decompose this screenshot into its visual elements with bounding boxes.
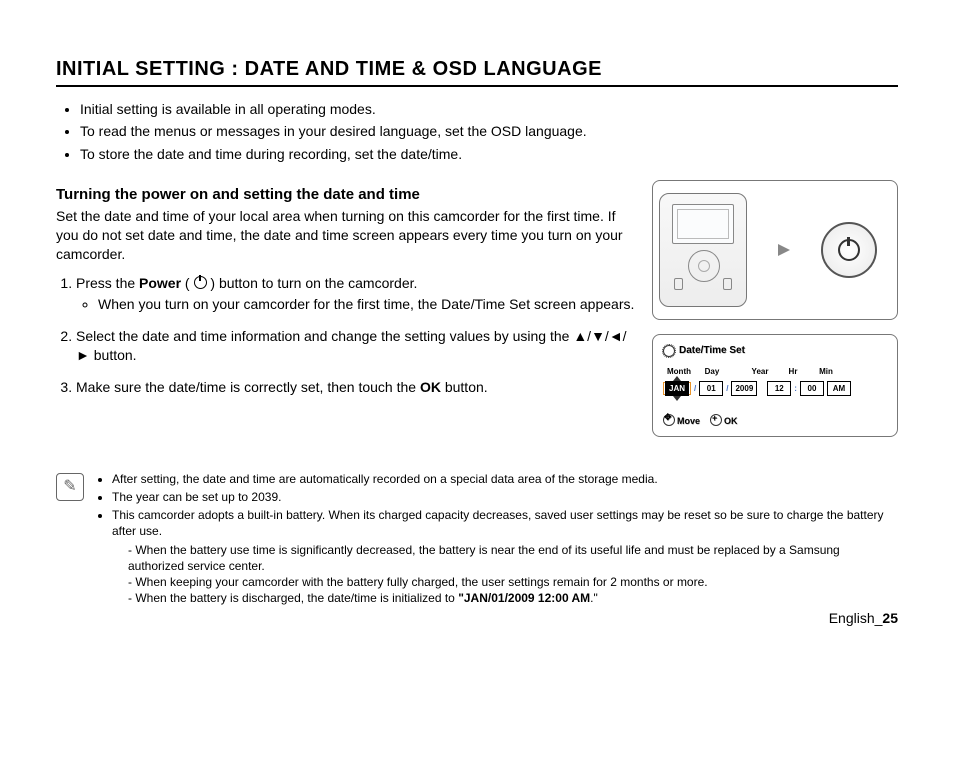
step-text: ) button to turn on the camcorder. bbox=[207, 275, 418, 291]
osd-label-min: Min bbox=[814, 367, 838, 376]
nav-cross-icon bbox=[663, 414, 675, 426]
osd-label-day: Day bbox=[700, 367, 724, 376]
intro-item: Initial setting is available in all oper… bbox=[80, 99, 898, 119]
power-icon bbox=[194, 276, 207, 289]
camcorder-dpad bbox=[688, 250, 720, 282]
note-sub-item: When keeping your camcorder with the bat… bbox=[128, 574, 898, 590]
page-title: INITIAL SETTING : DATE AND TIME & OSD LA… bbox=[56, 58, 898, 87]
intro-list: Initial setting is available in all oper… bbox=[56, 99, 898, 164]
intro-item: To read the menus or messages in your de… bbox=[80, 121, 898, 141]
camcorder-body bbox=[659, 193, 747, 307]
note-list: After setting, the date and time are aut… bbox=[94, 471, 898, 609]
power-icon bbox=[838, 239, 860, 261]
step-text: Make sure the date/time is correctly set… bbox=[76, 379, 420, 395]
camcorder-screen bbox=[672, 204, 734, 244]
caret-down-icon bbox=[673, 396, 681, 401]
section-heading: Turning the power on and setting the dat… bbox=[56, 186, 636, 203]
footer-language: English bbox=[829, 610, 875, 626]
osd-value-year: 2009 bbox=[731, 381, 757, 396]
section-body: Set the date and time of your local area… bbox=[56, 207, 636, 264]
separator: : bbox=[794, 384, 797, 393]
note-item: The year can be set up to 2039. bbox=[112, 489, 898, 505]
step-text: Select the date and time information and… bbox=[76, 328, 573, 344]
footer-page-number: 25 bbox=[882, 610, 898, 626]
note-text: When the battery is discharged, the date… bbox=[135, 591, 458, 605]
ok-plus-icon bbox=[710, 414, 722, 426]
step-sub: When you turn on your camcorder for the … bbox=[98, 295, 636, 315]
note-item: After setting, the date and time are aut… bbox=[112, 471, 898, 487]
osd-label-month: Month bbox=[667, 367, 691, 376]
default-datetime: "JAN/01/2009 12:00 AM bbox=[458, 591, 590, 605]
camcorder-button-left bbox=[674, 278, 683, 290]
gear-icon bbox=[663, 345, 675, 357]
camcorder-button-right bbox=[723, 278, 732, 290]
osd-field-month-selected: JAN bbox=[663, 382, 691, 395]
note-text: This camcorder adopts a built-in battery… bbox=[112, 508, 884, 538]
osd-value-day: 01 bbox=[699, 381, 723, 396]
osd-label-year: Year bbox=[748, 367, 772, 376]
ok-label: OK bbox=[420, 379, 441, 395]
power-button-enlarged bbox=[821, 222, 877, 278]
separator: / bbox=[694, 384, 696, 393]
note-icon: ✎ bbox=[56, 473, 84, 501]
steps-list: Press the Power ( ) button to turn on th… bbox=[56, 274, 636, 398]
step-3: Make sure the date/time is correctly set… bbox=[76, 378, 636, 398]
osd-ok-label: OK bbox=[724, 416, 738, 426]
osd-label-hr: Hr bbox=[781, 367, 805, 376]
step-text: Press the bbox=[76, 275, 139, 291]
osd-value-ampm: AM bbox=[827, 381, 851, 396]
osd-move-label: Move bbox=[677, 416, 700, 426]
step-text: button. bbox=[90, 347, 137, 363]
step-text: ( bbox=[181, 275, 193, 291]
step-2: Select the date and time information and… bbox=[76, 327, 636, 366]
osd-title: Date/Time Set bbox=[679, 345, 745, 356]
osd-value-min: 00 bbox=[800, 381, 824, 396]
device-illustration bbox=[652, 180, 898, 320]
power-label: Power bbox=[139, 275, 181, 291]
note-sub-item: When the battery use time is significant… bbox=[128, 542, 898, 574]
osd-screen: Date/Time Set Month Day Year Hr Min JAN bbox=[652, 334, 898, 437]
separator: / bbox=[726, 384, 728, 393]
osd-value-month: JAN bbox=[665, 381, 689, 396]
step-1: Press the Power ( ) button to turn on th… bbox=[76, 274, 636, 315]
note-text: ." bbox=[590, 591, 598, 605]
callout-arrow-icon bbox=[778, 244, 790, 256]
page-footer: English_25 bbox=[829, 610, 898, 626]
step-text: button. bbox=[441, 379, 488, 395]
note-item: This camcorder adopts a built-in battery… bbox=[112, 507, 898, 606]
note-sub-item: When the battery is discharged, the date… bbox=[128, 590, 898, 606]
osd-value-hr: 12 bbox=[767, 381, 791, 396]
intro-item: To store the date and time during record… bbox=[80, 144, 898, 164]
